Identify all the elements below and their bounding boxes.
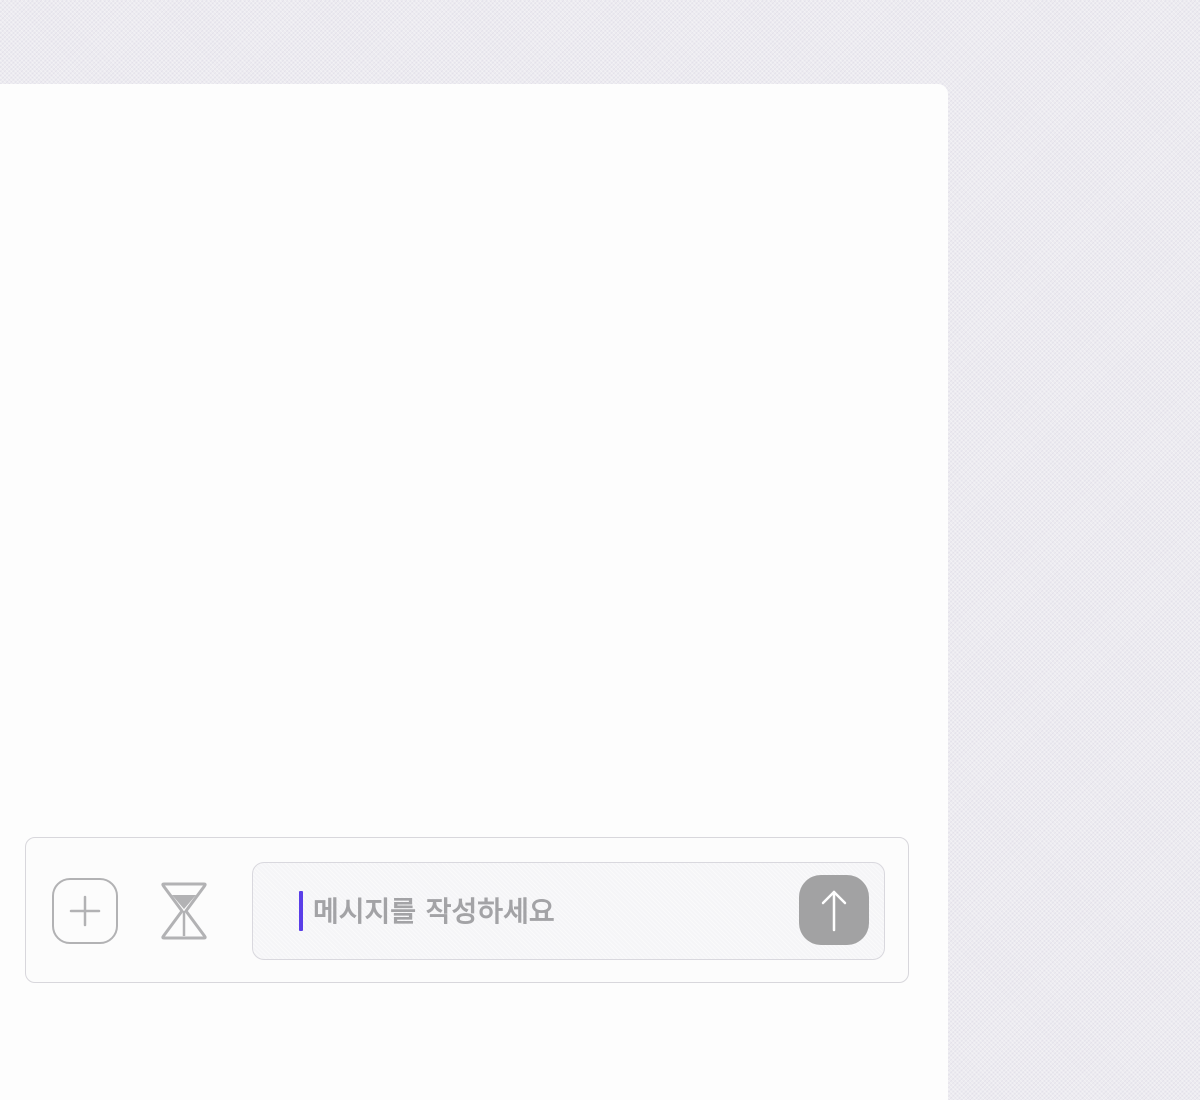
- timer-button[interactable]: [159, 881, 209, 941]
- message-composer: [25, 837, 909, 983]
- message-input-box: [252, 862, 885, 960]
- send-button[interactable]: [799, 875, 869, 945]
- message-input[interactable]: [309, 887, 797, 935]
- arrow-up-icon: [821, 890, 847, 932]
- hourglass-icon: [161, 882, 207, 940]
- plus-icon: [69, 895, 101, 927]
- chat-panel: [0, 84, 948, 1100]
- add-attachment-button[interactable]: [52, 878, 118, 944]
- text-caret: [299, 891, 303, 931]
